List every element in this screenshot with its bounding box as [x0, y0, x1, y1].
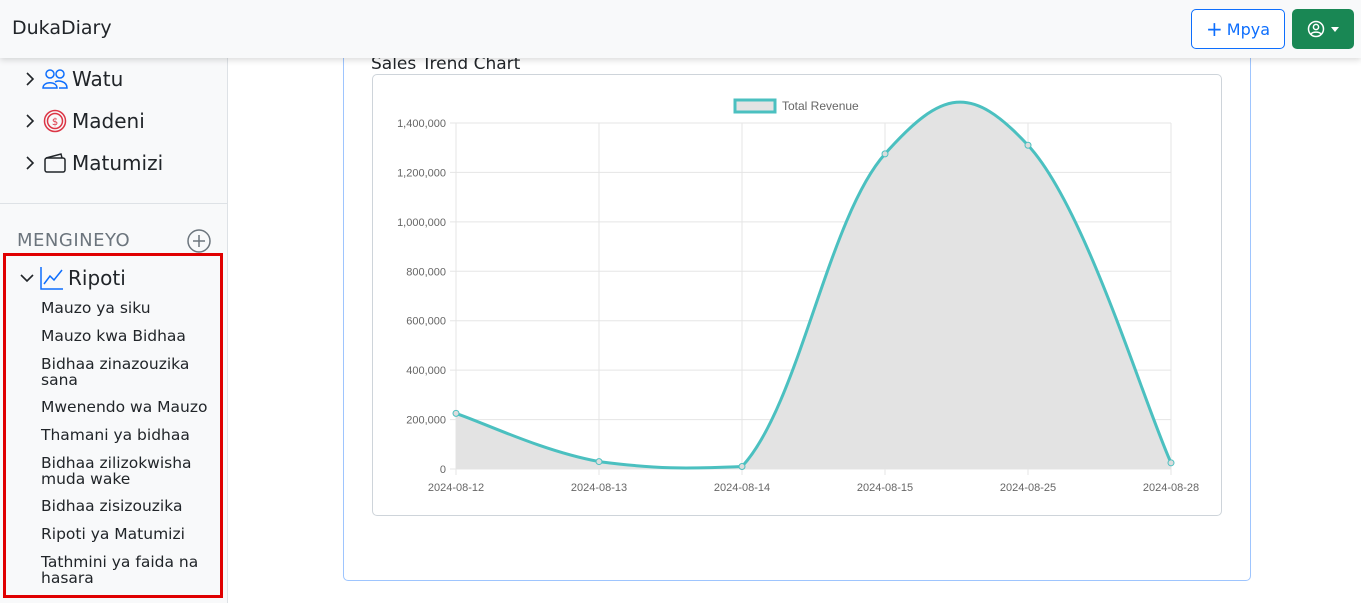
- new-button[interactable]: + Mpya: [1191, 9, 1285, 49]
- people-icon: [42, 66, 68, 92]
- x-tick-label: 2024-08-15: [857, 482, 913, 494]
- sales-trend-chart: 0 200,000 400,000 600,000 800,000 1,000,000 1,…: [397, 98, 1199, 494]
- chevron-down-icon: [18, 273, 36, 283]
- y-tick-label: 800,000: [406, 266, 446, 278]
- y-tick-label: 400,000: [406, 365, 446, 377]
- y-tick-label: 200,000: [406, 415, 446, 427]
- report-link-bidhaa-zinazouzika-sana[interactable]: Bidhaa zinazouzika sana: [41, 356, 221, 388]
- sidebar-item-watu[interactable]: Watu: [22, 64, 123, 94]
- sidebar-divider: [0, 203, 227, 204]
- data-point: [738, 463, 746, 471]
- user-menu-button[interactable]: [1292, 9, 1354, 49]
- legend-label: Total Revenue: [782, 99, 859, 113]
- report-link-bidhaa-zilizokwisha-muda[interactable]: Bidhaa zilizokwisha muda wake: [41, 455, 221, 487]
- report-link-thamani-ya-bidhaa[interactable]: Thamani ya bidhaa: [41, 427, 221, 443]
- report-link-ripoti-ya-matumizi[interactable]: Ripoti ya Matumizi: [41, 526, 221, 542]
- sidebar-item-label: Ripoti: [68, 266, 126, 290]
- series-area: [456, 102, 1171, 469]
- y-tick-label: 1,000,000: [397, 217, 446, 229]
- y-tick-label: 1,400,000: [397, 118, 446, 130]
- x-tick-label: 2024-08-28: [1143, 482, 1199, 494]
- data-point: [595, 458, 603, 466]
- user-circle-icon: [1307, 20, 1325, 38]
- brand-logo[interactable]: DukaDiary: [12, 17, 112, 39]
- dollar-coin-icon: $: [42, 108, 68, 134]
- wallet-icon: [42, 150, 68, 176]
- x-tick-label: 2024-08-13: [571, 482, 627, 494]
- report-link-mauzo-ya-siku[interactable]: Mauzo ya siku: [41, 300, 221, 316]
- report-link-mwenendo-wa-mauzo[interactable]: Mwenendo wa Mauzo: [41, 399, 221, 415]
- sidebar-item-ripoti[interactable]: Ripoti: [18, 262, 126, 294]
- x-tick-label: 2024-08-12: [428, 482, 484, 494]
- y-tick-label: 1,200,000: [397, 167, 446, 179]
- add-circle-icon[interactable]: [186, 228, 212, 254]
- plus-icon: +: [1206, 17, 1223, 41]
- y-tick-label: 600,000: [406, 316, 446, 328]
- line-chart-icon: [40, 266, 64, 290]
- sidebar-item-label: Matumizi: [72, 151, 164, 175]
- sidebar-item-madeni[interactable]: $ Madeni: [22, 106, 145, 136]
- report-link-mauzo-kwa-bidhaa[interactable]: Mauzo kwa Bidhaa: [41, 328, 221, 344]
- data-point: [452, 409, 460, 417]
- data-point: [1024, 141, 1032, 149]
- sidebar-item-label: Madeni: [72, 109, 145, 133]
- section-title: MENGINEYO: [17, 230, 131, 251]
- legend-swatch: [733, 98, 777, 114]
- report-link-tathmini-ya-faida[interactable]: Tathmini ya faida na hasara: [41, 554, 221, 586]
- chevron-right-icon: [22, 113, 38, 129]
- y-tick-label: 0: [440, 464, 446, 476]
- svg-text:$: $: [52, 117, 58, 128]
- sidebar-item-matumizi[interactable]: Matumizi: [22, 148, 163, 178]
- sidebar: Watu $ Madeni Matumizi MENGINEYO Ripoti …: [0, 58, 228, 603]
- data-point: [881, 150, 889, 158]
- x-tick-label: 2024-08-25: [1000, 482, 1056, 494]
- chevron-right-icon: [22, 155, 38, 171]
- report-link-bidhaa-zisizouzika[interactable]: Bidhaa zisizouzika: [41, 498, 221, 514]
- new-button-label: Mpya: [1226, 19, 1270, 39]
- chevron-right-icon: [22, 71, 38, 87]
- data-point: [1167, 459, 1175, 467]
- top-navbar: DukaDiary + Mpya: [0, 0, 1361, 58]
- x-tick-label: 2024-08-14: [714, 482, 770, 494]
- chevron-down-icon: [1331, 26, 1339, 32]
- sidebar-item-label: Watu: [72, 67, 124, 91]
